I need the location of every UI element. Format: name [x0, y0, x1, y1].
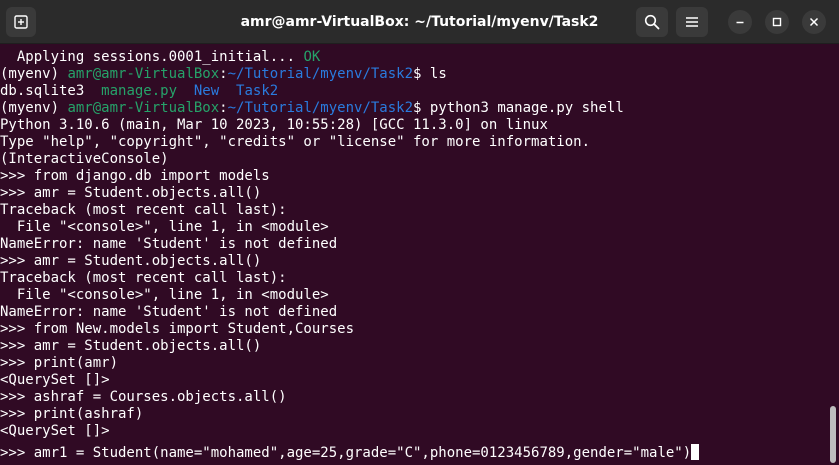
search-icon	[644, 14, 660, 30]
prompt-path: ~/Tutorial/myenv/Task2	[227, 100, 414, 116]
prompt-line: (myenv) amr@amr-VirtualBox:~/Tutorial/my…	[0, 66, 447, 83]
title-bar: amr@amr-VirtualBox: ~/Tutorial/myenv/Tas…	[0, 0, 839, 44]
maximize-button[interactable]	[765, 10, 789, 34]
terminal-line: <QuerySet []>	[0, 423, 110, 439]
terminal-line: >>> amr = Student.objects.all()	[0, 338, 262, 354]
terminal-line: (InteractiveConsole)	[0, 151, 169, 167]
prompt-colon: :	[219, 100, 228, 116]
prompt-colon: :	[219, 66, 228, 82]
close-icon	[809, 17, 819, 27]
terminal-line: Python 3.10.6 (main, Mar 10 2023, 10:55:…	[0, 117, 548, 133]
text-cursor	[691, 444, 700, 460]
prompt-line: (myenv) amr@amr-VirtualBox:~/Tutorial/my…	[0, 100, 624, 117]
directory-entry: Task2	[236, 83, 279, 99]
scrollbar[interactable]	[826, 44, 839, 465]
current-input-line[interactable]: >>> amr1 = Student(name="mohamed",age=25…	[0, 444, 700, 461]
hamburger-menu-icon	[686, 17, 698, 27]
output-text: Applying sessions.0001_initial...	[0, 49, 304, 65]
search-button[interactable]	[636, 7, 668, 37]
close-button[interactable]	[802, 10, 826, 34]
terminal-line: >>> print(ashraf)	[0, 406, 144, 422]
terminal-line: >>> print(amr)	[0, 355, 119, 371]
menu-button[interactable]	[676, 7, 708, 37]
prompt-path: ~/Tutorial/myenv/Task2	[227, 66, 414, 82]
new-tab-icon	[14, 15, 28, 29]
command-text: $ ls	[413, 66, 447, 82]
scrollbar-thumb[interactable]	[830, 406, 836, 463]
venv-label: (myenv)	[0, 100, 68, 116]
ok-status: OK	[303, 49, 321, 65]
terminal-line: >>> amr = Student.objects.all()	[0, 185, 262, 201]
terminal-line: >>> from django.db import models	[0, 168, 270, 184]
terminal-line: NameError: name 'Student' is not defined	[0, 304, 338, 320]
command-text: $ python3 manage.py shell	[413, 100, 624, 116]
ls-output-line: db.sqlite3 manage.py New Task2	[0, 83, 278, 100]
terminal-line: <QuerySet []>	[0, 372, 110, 388]
new-tab-button[interactable]	[6, 7, 36, 37]
terminal-line: File "<console>", line 1, in <module>	[0, 219, 329, 235]
minimize-icon	[736, 21, 744, 24]
terminal-line: Traceback (most recent call last):	[0, 202, 287, 218]
prompt-user: amr@amr-VirtualBox	[67, 100, 220, 116]
window-title: amr@amr-VirtualBox: ~/Tutorial/myenv/Tas…	[240, 14, 599, 30]
prompt-user: amr@amr-VirtualBox	[67, 66, 220, 82]
terminal-line: Traceback (most recent call last):	[0, 270, 287, 286]
terminal-window: amr@amr-VirtualBox: ~/Tutorial/myenv/Tas…	[0, 0, 839, 465]
terminal-line: >>> ashraf = Courses.objects.all()	[0, 389, 287, 405]
input-text: >>> amr1 = Student(name="mohamed",age=25…	[0, 445, 692, 461]
terminal-line: >>> amr = Student.objects.all()	[0, 253, 262, 269]
terminal-line: Applying sessions.0001_initial... OK	[0, 49, 320, 66]
terminal-line: NameError: name 'Student' is not defined	[0, 236, 338, 252]
terminal-output[interactable]: Applying sessions.0001_initial... OK (my…	[0, 44, 826, 465]
maximize-icon	[772, 17, 782, 27]
file-entry: db.sqlite3	[0, 83, 85, 99]
terminal-line: File "<console>", line 1, in <module>	[0, 287, 329, 303]
terminal-line: >>> from New.models import Student,Cours…	[0, 321, 355, 337]
minimize-button[interactable]	[728, 10, 752, 34]
file-entry: manage.py	[101, 83, 178, 99]
directory-entry: New	[193, 83, 220, 99]
venv-label: (myenv)	[0, 66, 68, 82]
terminal-line: Type "help", "copyright", "credits" or "…	[0, 134, 591, 150]
